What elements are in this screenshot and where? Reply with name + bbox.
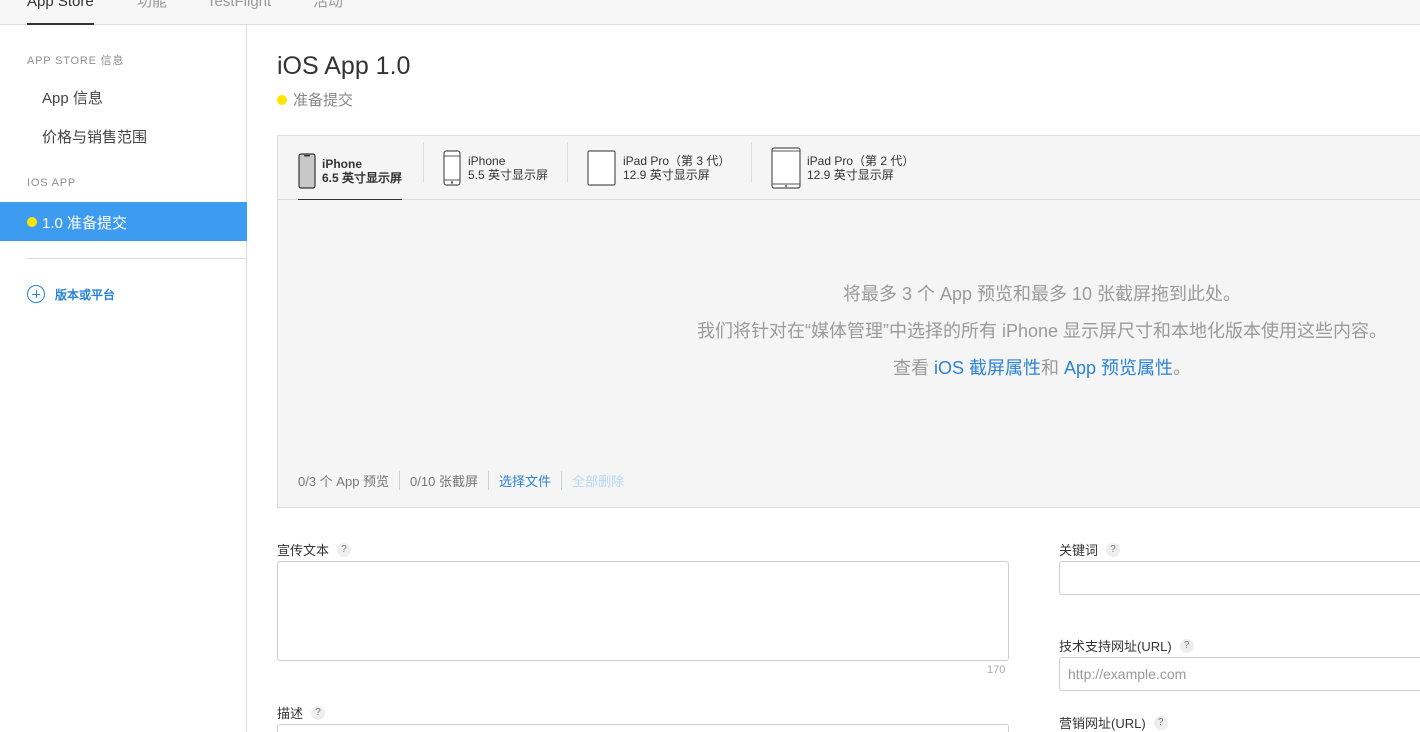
sidebar-item-version[interactable]: 1.0 准备提交 [0,202,247,241]
tab-divider [423,142,424,182]
media-drop-zone[interactable]: iPhone 6.5 英寸显示屏 iPhone 5.5 英寸显示屏 iPad P… [277,135,1420,508]
help-icon[interactable]: ? [1179,638,1194,653]
drop-line-3-suffix: 。 [1173,358,1192,378]
tab-ipad-pro-3[interactable]: iPad Pro（第 3 代） 12.9 英寸显示屏 [587,142,730,194]
tab-divider [751,142,752,182]
device-size: 12.9 英寸显示屏 [623,168,710,182]
sidebar: APP STORE 信息 App 信息 价格与销售范围 IOS APP 1.0 … [0,25,247,732]
preview-count: 0/3 个 App 预览 [298,473,390,489]
tab-testflight[interactable]: TestFlight [207,0,271,12]
device-name: iPhone [322,156,363,171]
promo-text-counter: 170 [987,664,1006,676]
help-icon[interactable]: ? [1106,542,1121,557]
tab-app-store[interactable]: App Store [27,0,94,25]
delete-all-button[interactable]: 全部删除 [560,470,634,490]
iphone-icon [443,150,461,186]
top-tab-bar: App Store 功能 TestFlight 活动 [0,0,1420,25]
tab-ipad-pro-2[interactable]: iPad Pro（第 2 代） 12.9 英寸显示屏 [771,142,914,194]
page-title: iOS App 1.0 [277,52,411,80]
iphone-x-icon [298,152,316,189]
sidebar-section-ios-app: IOS APP [27,177,77,189]
promo-text-label: 宣传文本 ? [277,540,352,559]
drop-line-2: 我们将针对在“媒体管理”中选择的所有 iPhone 显示屏尺寸和本地化版本使用这… [696,321,1388,341]
tab-features[interactable]: 功能 [137,0,167,12]
device-name: iPad Pro（第 3 代） [623,154,731,168]
help-icon[interactable]: ? [311,705,326,720]
add-version-button[interactable]: 版本或平台 [27,285,115,303]
description-label-text: 描述 [277,706,304,721]
ios-screenshot-properties-link[interactable]: iOS 截屏属性 [934,358,1041,378]
keywords-label: 关键词 ? [1059,540,1121,559]
add-version-label: 版本或平台 [55,287,116,302]
support-url-label: 技术支持网址(URL) ? [1059,636,1194,655]
promo-text-label-text: 宣传文本 [277,543,330,558]
promo-text-field[interactable] [277,561,1009,661]
device-size: 5.5 英寸显示屏 [468,168,549,182]
status-text: 准备提交 [293,92,354,109]
plus-circle-icon [27,285,45,303]
device-size: 6.5 英寸显示屏 [322,170,403,185]
support-url-label-text: 技术支持网址(URL) [1059,639,1172,654]
support-url-field[interactable] [1059,657,1420,691]
drop-line-3: 查看 iOS 截屏属性和 App 预览属性。 [658,350,1420,387]
sidebar-section-app-store: APP STORE 信息 [27,55,125,67]
status-dot [277,94,287,105]
drop-line-3-prefix: 查看 [892,358,934,378]
choose-file-button[interactable]: 选择文件 [487,470,561,490]
sidebar-divider [27,258,246,259]
device-size: 12.9 英寸显示屏 [807,168,894,182]
drop-line-1: 将最多 3 个 App 预览和最多 10 张截屏拖到此处。 [842,284,1242,304]
tab-divider [567,142,568,182]
app-preview-properties-link[interactable]: App 预览属性 [1064,358,1173,378]
tab-activity[interactable]: 活动 [313,0,343,12]
help-icon[interactable]: ? [1153,715,1168,730]
keywords-label-text: 关键词 [1059,543,1099,558]
tab-iphone-5-5[interactable]: iPhone 5.5 英寸显示屏 [442,142,548,194]
ipad-pro-2-icon [771,147,801,189]
device-tab-bar: iPhone 6.5 英寸显示屏 iPhone 5.5 英寸显示屏 iPad P… [278,136,1420,200]
tab-iphone-6-5[interactable]: iPhone 6.5 英寸显示屏 [298,142,403,200]
ipad-pro-3-icon [587,150,616,186]
device-name: iPhone [468,154,506,168]
keywords-field[interactable] [1059,561,1420,595]
description-field[interactable] [277,724,1009,732]
status-dot [27,217,37,227]
sidebar-item-version-label: 1.0 准备提交 [42,215,128,232]
device-name: iPad Pro（第 2 代） [807,154,915,168]
marketing-url-label: 营销网址(URL) ? [1059,713,1168,732]
drop-line-3-mid: 和 [1040,358,1064,378]
status-badge: 准备提交 [277,89,353,110]
media-footer: 0/3 个 App 预览 0/10 张截屏 选择文件 全部删除 [298,470,634,490]
description-label: 描述 ? [277,703,326,722]
sidebar-item-app-info[interactable]: App 信息 [42,87,103,108]
sidebar-item-pricing[interactable]: 价格与销售范围 [42,126,147,147]
marketing-url-label-text: 营销网址(URL) [1059,716,1146,731]
help-icon[interactable]: ? [337,542,352,557]
screenshot-count: 0/10 张截屏 [399,470,488,490]
drop-instructions: 将最多 3 个 App 预览和最多 10 张截屏拖到此处。 我们将针对在“媒体管… [278,276,1420,387]
